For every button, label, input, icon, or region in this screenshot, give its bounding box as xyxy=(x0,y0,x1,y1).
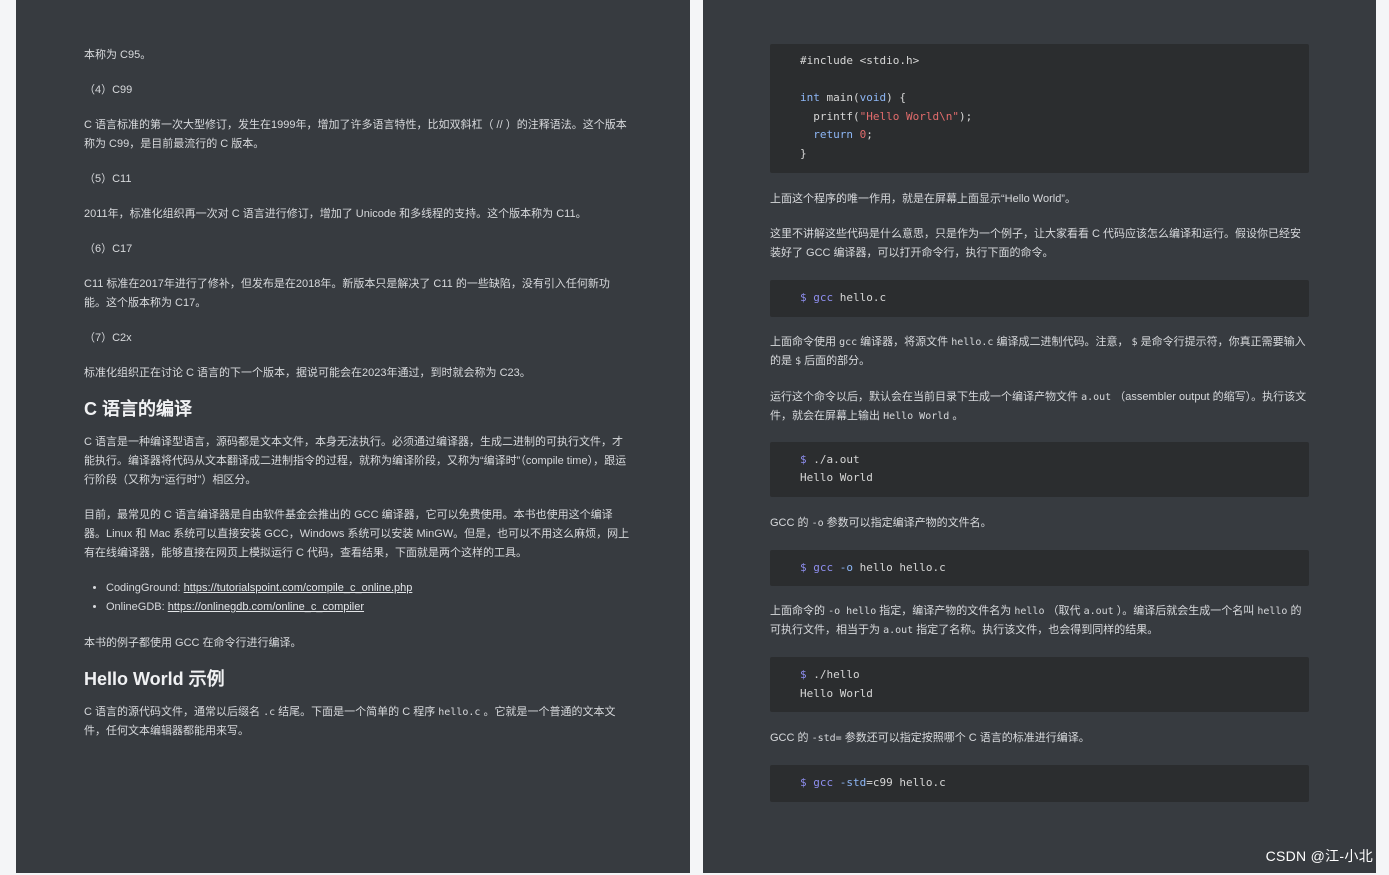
shell-prompt: $ gcc xyxy=(800,560,834,574)
inline-code: a.out xyxy=(883,625,914,636)
link-codingground[interactable]: https://tutorialspoint.com/compile_c_onl… xyxy=(184,582,413,594)
text: 参数可以指定编译产物的文件名。 xyxy=(823,516,992,529)
subheading-c11: （5）C11 xyxy=(84,173,132,185)
code-text: printf( xyxy=(800,109,860,123)
paragraph-run: 运行这个命令以后，默认会在当前目录下生成一个编译产物文件 a.out （asse… xyxy=(770,388,1309,426)
paragraph-o-explain: 上面命令的 -o hello 指定，编译产物的文件名为 hello （取代 a.… xyxy=(770,602,1309,640)
text: 上面命令使用 xyxy=(770,335,840,348)
paragraph-only: 上面这个程序的唯一作用，就是在屏幕上面显示“Hello World”。 xyxy=(770,193,1076,205)
link-onlinegdb[interactable]: https://onlinegdb.com/online_c_compiler xyxy=(168,601,364,613)
paragraph: 本称为 C95。 xyxy=(84,49,152,61)
inline-code: -std= xyxy=(811,733,842,744)
paragraph-compile-1: C 语言是一种编译型语言，源码都是文本文件，本身无法执行。必须通过编译器，生成二… xyxy=(84,436,627,486)
subheading-c99: （4）C99 xyxy=(84,84,133,96)
inline-code: -o hello xyxy=(828,606,877,617)
list-item: OnlineGDB: https://onlinegdb.com/online_… xyxy=(106,598,630,617)
inline-code: hello.c xyxy=(951,336,994,348)
code-text: ./hello xyxy=(806,668,860,681)
paragraph-hello: C 语言的源代码文件，通常以后缀名 .c 结尾。下面是一个简单的 C 程序 he… xyxy=(84,703,630,741)
paragraph-c2x: 标准化组织正在讨论 C 语言的下一个版本，据说可能会在2023年通过，到时就会称… xyxy=(84,367,531,379)
heading-hello-world: Hello World 示例 xyxy=(84,669,225,689)
inline-code: gcc xyxy=(839,336,858,348)
shell-prompt: $ gcc xyxy=(800,776,834,789)
code-block-std: $ gcc -std=c99 hello.c xyxy=(770,765,1309,802)
code-output: Hello World xyxy=(800,471,873,484)
code-text: hello.c xyxy=(833,291,887,304)
code-text: ) { xyxy=(886,91,906,104)
paragraph-gcc: 本书的例子都使用 GCC 在命令行进行编译。 xyxy=(84,637,302,649)
paragraph-c11: 2011年，标准化组织再一次对 C 语言进行修订，增加了 Unicode 和多线… xyxy=(84,208,587,220)
code-block-hello-run: $ ./hello Hello World xyxy=(770,657,1309,712)
code-keyword: int xyxy=(800,91,820,104)
text: ）。编译后就会生成一个名叫 xyxy=(1113,605,1258,617)
left-page: 本称为 C95。 （4）C99 C 语言标准的第一次大型修订，发生在1999年，… xyxy=(16,0,690,873)
paragraph-c99: C 语言标准的第一次大型修订，发生在1999年，增加了许多语言特性，比如双斜杠（… xyxy=(84,119,627,150)
inline-code: a.out xyxy=(1081,391,1112,403)
text: （取代 xyxy=(1044,605,1084,617)
code-string: "Hello World\n" xyxy=(859,109,959,123)
code-block-aout: $ ./a.out Hello World xyxy=(770,441,1309,497)
right-page: #include <stdio.h> int main(void) { prin… xyxy=(703,0,1376,873)
heading-compile: C 语言的编译 xyxy=(84,399,192,419)
inline-code: -o xyxy=(811,517,824,529)
code-text: hello hello.c xyxy=(853,560,946,574)
code-block-gcc-o: $ gcc -o hello hello.c xyxy=(770,549,1309,586)
text: C 语言的源代码文件，通常以后缀名 xyxy=(84,706,264,718)
text: GCC 的 xyxy=(770,732,812,744)
text: GCC 的 xyxy=(770,516,812,529)
inline-code: hello.c xyxy=(438,707,481,718)
inline-code: hello xyxy=(1257,606,1288,617)
csdn-watermark: CSDN @江-小北 xyxy=(1265,848,1373,864)
inline-code: Hello World xyxy=(883,410,950,422)
text: 上面命令的 xyxy=(770,605,829,617)
code-block-hello: #include <stdio.h> int main(void) { prin… xyxy=(770,44,1309,173)
list-item: CodingGround: https://tutorialspoint.com… xyxy=(106,579,630,598)
list-item-label: OnlineGDB: xyxy=(106,601,168,613)
shell-prompt: $ xyxy=(800,452,807,466)
code-text: = xyxy=(866,776,873,789)
shell-prompt: $ xyxy=(800,668,807,681)
paragraph-compile-2: 目前，最常见的 C 语言编译器是自由软件基金会推出的 GCC 编译器，它可以免费… xyxy=(84,509,630,559)
list-item-label: CodingGround: xyxy=(106,582,184,594)
paragraph-gcc-explain: 上面命令使用 gcc 编译器，将源文件 hello.c 编译成二进制代码。注意，… xyxy=(770,333,1309,371)
shell-flag: -std xyxy=(833,776,867,789)
paragraph-std: GCC 的 -std= 参数还可以指定按照哪个 C 语言的标准进行编译。 xyxy=(770,729,1309,748)
code-text: ); xyxy=(958,109,973,123)
inline-code: .c xyxy=(263,707,276,718)
online-compiler-list: CodingGround: https://tutorialspoint.com… xyxy=(84,579,630,617)
code-keyword: return xyxy=(800,128,853,141)
text: 后面的部分。 xyxy=(801,354,871,367)
code-text: } xyxy=(800,146,807,160)
code-line: #include <stdio.h> xyxy=(800,54,920,67)
paragraph-c17: C11 标准在2017年进行了修补，但发布是在2018年。新版本只是解决了 C1… xyxy=(84,278,610,309)
code-block-gcc: $ gcc hello.c xyxy=(770,280,1309,317)
code-output: Hello World xyxy=(800,686,873,700)
text: 。 xyxy=(949,409,964,422)
text: 指定了名称。执行该文件，也会得到同样的结果。 xyxy=(913,624,1159,636)
code-text: ; xyxy=(866,128,873,141)
text: 编译器，将源文件 xyxy=(857,335,952,348)
shell-prompt: $ gcc xyxy=(800,291,834,304)
subheading-c17: （6）C17 xyxy=(84,243,133,255)
code-keyword: void xyxy=(859,91,887,104)
text: 结尾。下面是一个简单的 C 程序 xyxy=(275,706,439,718)
text: 运行这个命令以后，默认会在当前目录下生成一个编译产物文件 xyxy=(770,390,1082,403)
code-text: c99 hello.c xyxy=(872,776,946,789)
subheading-c2x: （7）C2x xyxy=(84,332,132,344)
text: 指定，编译产物的文件名为 xyxy=(876,605,1015,617)
text: 编译成二进制代码。注意， xyxy=(993,335,1132,348)
text: 参数还可以指定按照哪个 C 语言的标准进行编译。 xyxy=(841,732,1090,744)
code-text: ./a.out xyxy=(806,452,860,466)
inline-code: a.out xyxy=(1083,606,1114,617)
code-text: main( xyxy=(819,91,860,104)
inline-code: hello xyxy=(1014,606,1045,617)
paragraph-o-flag: GCC 的 -o 参数可以指定编译产物的文件名。 xyxy=(770,514,1309,533)
shell-flag: -o xyxy=(833,560,853,574)
paragraph-explain: 这里不讲解这些代码是什么意思，只是作为一个例子，让大家看看 C 代码应该怎么编译… xyxy=(770,228,1302,259)
